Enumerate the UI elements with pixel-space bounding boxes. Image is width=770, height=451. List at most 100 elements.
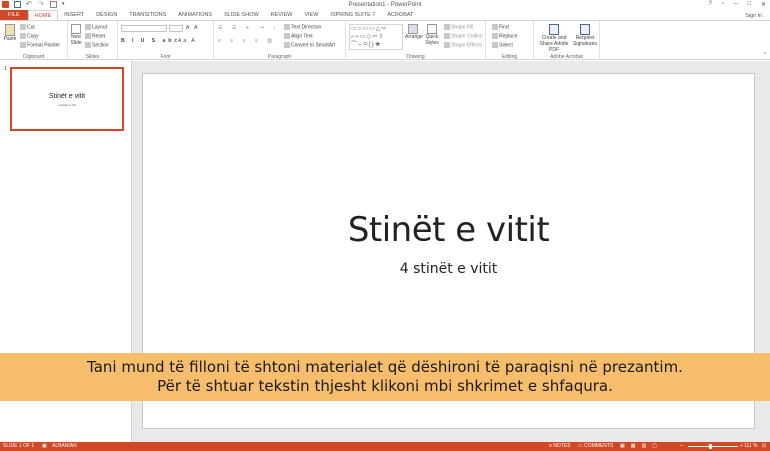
layout-button[interactable]: Layout <box>85 24 107 30</box>
acrobat-group: Create and Share Adobe PDF Request Signa… <box>534 21 600 60</box>
shapes-gallery[interactable]: ▭○▭▭△⇨ ⌐⌐▭◇⇦⇧ ⌒⌣▭{}★ <box>349 24 403 50</box>
replace-icon <box>492 33 498 39</box>
arrange-button[interactable]: Arrange <box>405 24 423 40</box>
copy-button[interactable]: Copy <box>20 33 39 39</box>
language-indicator[interactable]: ALBANIAN <box>52 442 77 451</box>
copy-label: Copy <box>27 33 39 40</box>
window-controls: ? ▫ – □ ✕ <box>709 1 766 8</box>
layout-label: Layout <box>92 24 108 31</box>
create-share-pdf-button[interactable]: Create and Share Adobe PDF <box>536 24 572 53</box>
slide-subtitle[interactable]: 4 stinët e vitit <box>143 261 754 277</box>
paste-button[interactable]: Paste <box>2 24 18 42</box>
editing-group: Find Replace Select Editing <box>486 21 534 60</box>
effects-icon <box>444 42 450 48</box>
zoom-out-icon[interactable]: – <box>680 442 683 451</box>
maximize-icon[interactable]: □ <box>747 1 751 8</box>
font-format-buttons[interactable]: B I U S abc <box>121 38 180 44</box>
collapse-ribbon-icon[interactable]: ^ <box>764 52 766 58</box>
find-button[interactable]: Find <box>492 24 509 30</box>
help-icon[interactable]: ? <box>709 1 712 8</box>
section-label: Section <box>92 42 109 49</box>
font-size-input[interactable] <box>169 25 183 32</box>
ribbon-display-icon[interactable]: ▫ <box>722 1 724 8</box>
shape-effects-label: Shape Effects <box>451 42 483 49</box>
shape-outline-label: Shape Outline <box>451 33 483 40</box>
reset-button[interactable]: Reset <box>85 33 105 39</box>
notes-label: NOTES <box>553 443 571 449</box>
title-bar: ↶ ↷ ▾ Presentation1 - PowerPoint ? ▫ – □… <box>0 0 770 10</box>
thumbnail-number: 1 <box>4 66 8 72</box>
fill-bucket-icon <box>444 24 450 30</box>
minimize-icon[interactable]: – <box>734 1 737 8</box>
shape-outline-button[interactable]: Shape Outline <box>444 33 483 39</box>
view-buttons[interactable]: ▣▦▥▢ <box>620 442 663 451</box>
drawing-group-label: Drawing <box>406 54 425 60</box>
font-group-label: Font <box>160 54 171 60</box>
slide-thumbnail[interactable]: Stinët e vitit 4 stinët e vitit <box>10 67 124 131</box>
align-text-label: Align Text <box>291 33 313 40</box>
slides-group-label: Slides <box>85 54 100 60</box>
format-painter-button[interactable]: Format Painter <box>20 42 60 48</box>
convert-smartart-button[interactable]: Convert to SmartArt <box>284 42 335 48</box>
clipboard-group-label: Clipboard <box>22 54 45 60</box>
thumbnail-title: Stinët e vitit <box>48 93 86 100</box>
zoom-in-icon[interactable]: + <box>740 442 743 451</box>
drawing-group: ▭○▭▭△⇨ ⌐⌐▭◇⇦⇧ ⌒⌣▭{}★ Arrange Quick Styles … <box>346 21 486 60</box>
section-button[interactable]: Section <box>85 42 109 48</box>
text-direction-button[interactable]: Text Direction <box>284 24 321 30</box>
spellcheck-icon[interactable]: ▣ <box>42 442 47 451</box>
format-painter-label: Format Painter <box>27 42 61 49</box>
caption-line-2: Për të shtuar tekstin thjesht klikoni mb… <box>157 377 613 395</box>
fit-slide-icon[interactable]: ⊡ <box>762 442 766 451</box>
align-text-button[interactable]: Align Text <box>284 33 313 39</box>
arrange-label: Arrange <box>405 34 423 40</box>
editing-group-label: Editing <box>501 54 518 60</box>
new-slide-button[interactable]: New Slide <box>69 24 83 46</box>
signature-icon <box>580 24 590 35</box>
paragraph-group: ☰ ☰ ⇤ ⇥ ↕ ≡ ≡ ≡ ≡ ▥ Text Direction Align… <box>214 21 346 60</box>
shape-fill-button[interactable]: Shape Fill <box>444 24 473 30</box>
paste-label: Paste <box>3 36 17 42</box>
comments-button[interactable]: ▭ COMMENTS <box>578 442 613 451</box>
arrange-icon <box>408 24 418 34</box>
shape-fill-label: Shape Fill <box>451 24 474 31</box>
new-slide-label: New Slide <box>70 34 82 46</box>
cut-label: Cut <box>27 24 35 31</box>
slide-counter: SLIDE 1 OF 1 <box>3 443 35 449</box>
pdf-icon <box>549 24 559 35</box>
caption-line-1: Tani mund të filloni të shtoni materiale… <box>87 358 683 376</box>
zoom-slider-track[interactable] <box>688 446 738 447</box>
quick-styles-icon <box>427 24 437 34</box>
brush-icon <box>20 42 26 48</box>
select-button[interactable]: Select <box>492 42 513 48</box>
quick-styles-label: Quick Styles <box>425 34 439 46</box>
replace-button[interactable]: Replace <box>492 33 517 39</box>
window-title: Presentation1 - PowerPoint <box>348 2 422 8</box>
cut-button[interactable]: Cut <box>20 24 35 30</box>
select-label: Select <box>499 42 513 49</box>
convert-smartart-label: Convert to SmartArt <box>291 42 336 49</box>
align-text-icon <box>284 33 290 39</box>
request-signatures-button[interactable]: Request Signatures <box>572 24 598 47</box>
shape-effects-button[interactable]: Shape Effects <box>444 42 482 48</box>
zoom-level[interactable]: 111 % <box>744 442 757 451</box>
slide-title[interactable]: Stinët e vitit <box>143 210 754 250</box>
font-group: A A B I U S abc Aa A Font <box>118 21 214 60</box>
layout-icon <box>85 24 91 30</box>
font-size-adjust[interactable]: A A <box>186 25 200 31</box>
create-share-pdf-label: Create and Share Adobe PDF <box>539 35 569 53</box>
notes-button[interactable]: ≡ NOTES <box>549 442 571 451</box>
copy-icon <box>20 33 26 39</box>
close-icon[interactable]: ✕ <box>761 1 766 8</box>
font-color-buttons[interactable]: Aa A <box>178 38 197 44</box>
clipboard-icon <box>5 24 15 36</box>
text-direction-icon <box>284 24 290 30</box>
quick-styles-button[interactable]: Quick Styles <box>424 24 440 46</box>
zoom-slider-thumb[interactable] <box>709 444 712 449</box>
list-buttons[interactable]: ☰ ☰ ⇤ ⇥ ↕ <box>218 25 279 31</box>
clipboard-group: Paste Cut Copy Format Painter Clipboard <box>0 21 68 60</box>
font-name-input[interactable] <box>121 25 167 32</box>
new-slide-icon <box>71 24 81 34</box>
align-buttons[interactable]: ≡ ≡ ≡ ≡ ▥ <box>218 38 276 44</box>
sign-in-link[interactable]: Sign in <box>745 13 762 19</box>
